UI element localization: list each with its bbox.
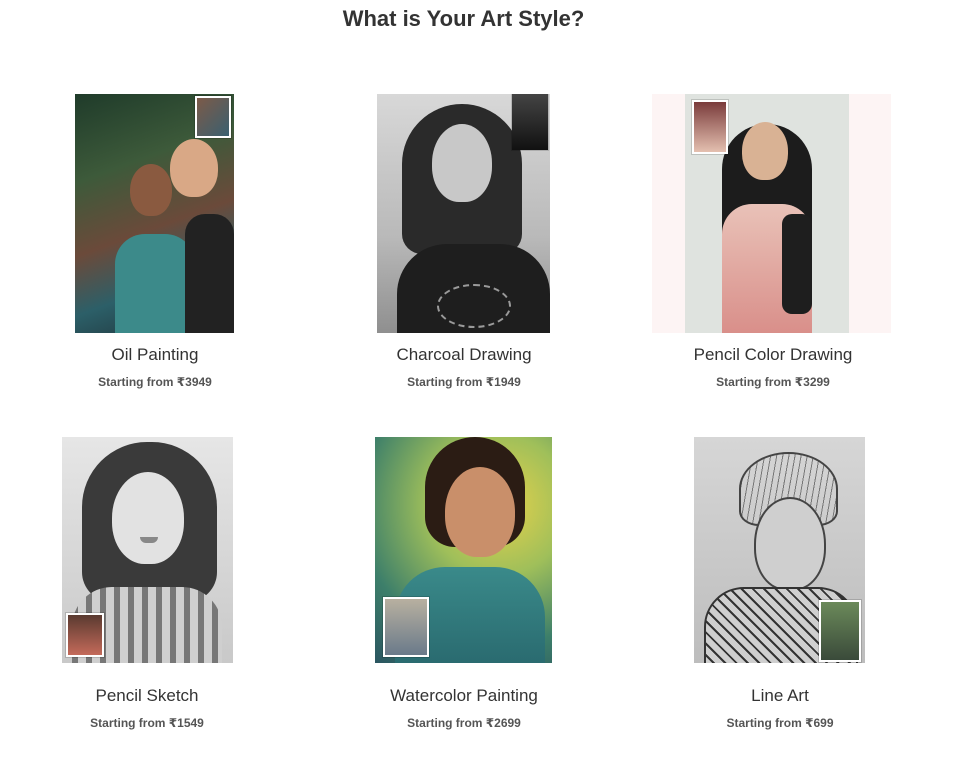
charcoal-drawing-label[interactable]: Charcoal Drawing <box>334 345 594 365</box>
watercolor-painting-label[interactable]: Watercolor Painting <box>334 686 594 706</box>
pencil-sketch-label[interactable]: Pencil Sketch <box>17 686 277 706</box>
line-art-reference-photo <box>819 600 861 662</box>
line-art-artwork-image[interactable] <box>694 437 865 663</box>
pencil-sketch-reference-photo <box>66 613 104 657</box>
charcoal-drawing-price: Starting from ₹1949 <box>407 375 521 389</box>
pencil-color-drawing-artwork-image[interactable] <box>652 94 891 333</box>
oil-painting-artwork-image[interactable] <box>75 94 234 333</box>
pencil-sketch-price: Starting from ₹1549 <box>90 716 204 730</box>
charcoal-drawing-reference-photo <box>512 94 548 150</box>
line-art-label[interactable]: Line Art <box>650 686 910 706</box>
page-title: What is Your Art Style? <box>342 6 585 31</box>
oil-painting-price: Starting from ₹3949 <box>98 375 212 389</box>
oil-painting-reference-photo <box>195 96 231 138</box>
watercolor-painting-price: Starting from ₹2699 <box>407 716 521 730</box>
line-art-price: Starting from ₹699 <box>726 716 834 730</box>
pencil-color-drawing-price: Starting from ₹3299 <box>716 375 830 389</box>
oil-painting-label[interactable]: Oil Painting <box>25 345 285 365</box>
charcoal-drawing-artwork-image[interactable] <box>377 94 550 333</box>
watercolor-painting-artwork-image[interactable] <box>375 437 552 663</box>
pencil-color-drawing-reference-photo <box>692 100 728 154</box>
watercolor-painting-reference-photo <box>383 597 429 657</box>
pencil-color-drawing-label[interactable]: Pencil Color Drawing <box>643 345 903 365</box>
pencil-sketch-artwork-image[interactable] <box>62 437 233 663</box>
